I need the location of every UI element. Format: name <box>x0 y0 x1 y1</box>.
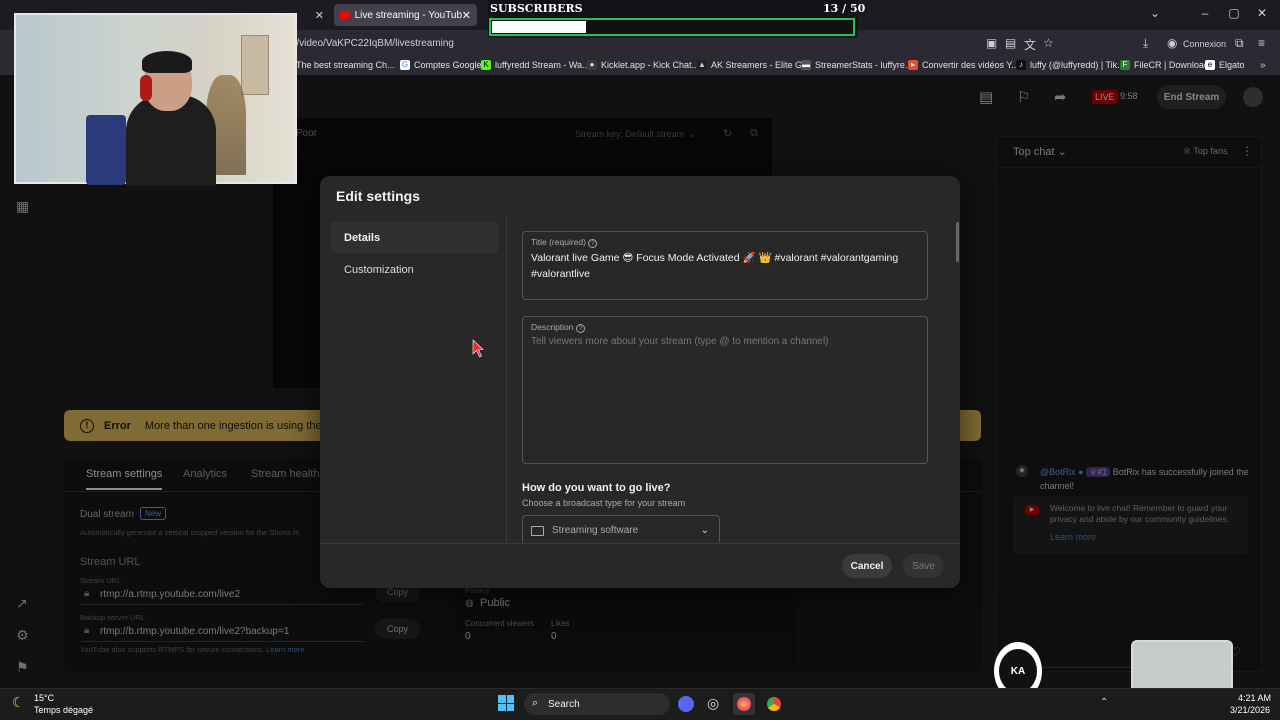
firefox-icon[interactable] <box>737 697 751 711</box>
obs-icon[interactable]: ◎ <box>707 695 719 712</box>
downloads-icon[interactable]: ⤓ <box>1143 36 1148 51</box>
help-icon[interactable]: ? <box>575 324 585 333</box>
bookmark-label: Elgato <box>1219 60 1245 70</box>
dialog-scrollbar[interactable] <box>956 222 959 262</box>
description-placeholder: Tell viewers more about your stream (typ… <box>531 336 829 347</box>
tab-label: Live streaming - YouTube Studio <box>354 9 462 21</box>
bookmark-label: Comptes Google <box>414 60 482 70</box>
bookmark-item[interactable]: The best streaming Ch... <box>296 60 395 70</box>
bookmark-item[interactable]: ▲ AK Streamers - Elite G... <box>697 60 810 70</box>
bookmark-item[interactable]: e Elgato <box>1205 60 1245 70</box>
reader-view-icon[interactable]: ▤ <box>1005 36 1016 50</box>
menu-icon[interactable]: ≡ <box>1258 36 1265 50</box>
broadcast-type-value: Streaming software <box>552 525 639 536</box>
taskbar-search[interactable]: ⌕ Search <box>524 693 670 715</box>
headset-image <box>140 75 152 101</box>
bookmark-label: luffyredd Stream - Wa... <box>495 60 590 70</box>
dialog-footer-divider <box>320 543 960 544</box>
extensions-icon[interactable]: ⧉ <box>1235 36 1244 51</box>
title-label-text: Title (required) <box>531 237 586 247</box>
kicklet-icon: ● <box>587 60 597 70</box>
bookmark-item[interactable]: ♪ luffy (@luffyredd) | Tik... <box>1016 60 1125 70</box>
title-field-label: Title (required) ? <box>531 237 598 248</box>
bookmark-label: Kicklet.app - Kick Chat... <box>601 60 700 70</box>
nav-details-tab[interactable]: Details <box>330 222 498 253</box>
wall-frame-image <box>241 35 269 95</box>
monitor-icon <box>531 525 544 536</box>
filecr-icon: F <box>1120 60 1130 70</box>
chrome-icon[interactable] <box>767 697 781 711</box>
broadcast-type-select[interactable]: Streaming software ⌄ <box>522 515 720 545</box>
subscriber-goal-count: 13 / 50 <box>823 2 865 15</box>
temperature[interactable]: 15°C <box>34 693 54 703</box>
subscriber-current: 13 <box>823 2 839 15</box>
browser-tab-active[interactable]: Live streaming - YouTube Studio ✕ <box>334 4 477 26</box>
minimize-icon[interactable]: – <box>1195 6 1215 20</box>
dialog-title: Edit settings <box>336 188 421 204</box>
tray-expand-icon[interactable]: ⌃ <box>1100 697 1108 708</box>
close-window-icon[interactable]: ✕ <box>1252 6 1272 20</box>
close-tab-icon[interactable]: ✕ <box>315 9 324 22</box>
go-live-subtitle: Choose a broadcast type for your stream <box>522 498 686 508</box>
list-tabs-icon[interactable]: ⌄ <box>1145 6 1165 20</box>
ak-icon: ▲ <box>697 60 707 70</box>
go-live-question: How do you want to go live? <box>522 482 671 494</box>
kick-icon: K <box>481 60 491 70</box>
chair-image <box>86 115 126 185</box>
dialog-divider <box>506 216 507 544</box>
description-label-text: Description <box>531 322 574 332</box>
windows-start-icon[interactable] <box>498 695 514 711</box>
bookmark-label: Convertir des vidéos Y... <box>922 60 1019 70</box>
bookmark-item[interactable]: Kluffyredd Stream - Wa... <box>481 60 590 70</box>
bookmark-label: AK Streamers - Elite G... <box>711 60 810 70</box>
save-button[interactable]: Save <box>903 554 944 578</box>
account-icon[interactable]: ◉ <box>1167 36 1177 50</box>
chevron-down-icon: ⌄ <box>700 525 709 536</box>
subscriber-goal-label: SUBSCRIBERS <box>490 2 583 15</box>
bookmark-item[interactable]: ▬ StreamerStats - luffyre... <box>801 60 912 70</box>
weather-description[interactable]: Temps dégagé <box>34 705 93 715</box>
cancel-button[interactable]: Cancel <box>842 554 892 578</box>
bookmark-item[interactable]: ● Kicklet.app - Kick Chat... <box>587 60 699 70</box>
bookmark-star-icon[interactable]: ☆ <box>1043 36 1054 50</box>
person-hair-image <box>142 51 192 73</box>
bookmark-label: StreamerStats - luffyre... <box>815 60 913 70</box>
bookmark-label: luffy (@luffyredd) | Tik... <box>1030 60 1125 70</box>
description-field-label: Description ? <box>531 322 585 333</box>
weather-moon-icon: ☾ <box>12 694 25 710</box>
more-bookmarks-icon[interactable]: » <box>1260 60 1266 71</box>
close-tab-icon[interactable]: ✕ <box>462 9 471 22</box>
clock-date[interactable]: 3/21/2026 <box>1230 705 1270 715</box>
bookmark-item[interactable]: F FileCR | Download <box>1120 60 1209 70</box>
bookmark-item[interactable]: G Comptes Google <box>400 60 482 70</box>
help-icon[interactable]: ? <box>588 239 598 248</box>
tiktok-icon: ♪ <box>1016 60 1026 70</box>
converter-icon: ▸ <box>908 60 918 70</box>
youtube-icon <box>340 11 350 19</box>
address-bar[interactable]: m/video/VaKPC22IqBM/livestreaming <box>288 38 454 49</box>
bookmark-item[interactable]: ▸ Convertir des vidéos Y... <box>908 60 1019 70</box>
clock-time[interactable]: 4:21 AM <box>1238 693 1271 703</box>
bookmark-label: The best streaming Ch... <box>296 60 395 70</box>
webcam-overlay <box>14 13 297 186</box>
streamerstats-icon: ▬ <box>801 60 811 70</box>
discord-icon[interactable] <box>678 696 694 712</box>
search-icon: ⌕ <box>532 697 539 709</box>
sign-in-link[interactable]: Connexion <box>1183 39 1226 49</box>
logo-emblem: KA <box>999 649 1037 693</box>
nav-customization-tab[interactable]: Customization <box>344 264 414 276</box>
subscriber-target: / 50 <box>842 2 866 15</box>
translate-icon[interactable]: 文 <box>1024 36 1036 53</box>
elgato-icon: e <box>1205 60 1215 70</box>
subscriber-progress-fill <box>492 21 586 33</box>
google-icon: G <box>400 60 410 70</box>
picture-in-picture-icon[interactable]: ▣ <box>986 36 997 50</box>
mouse-cursor-icon <box>472 339 484 358</box>
bookmark-label: FileCR | Download <box>1134 60 1209 70</box>
maximize-icon[interactable]: ▢ <box>1224 6 1244 20</box>
search-label: Search <box>548 698 580 710</box>
title-value[interactable]: Valorant live Game 😎 Focus Mode Activate… <box>531 250 911 282</box>
